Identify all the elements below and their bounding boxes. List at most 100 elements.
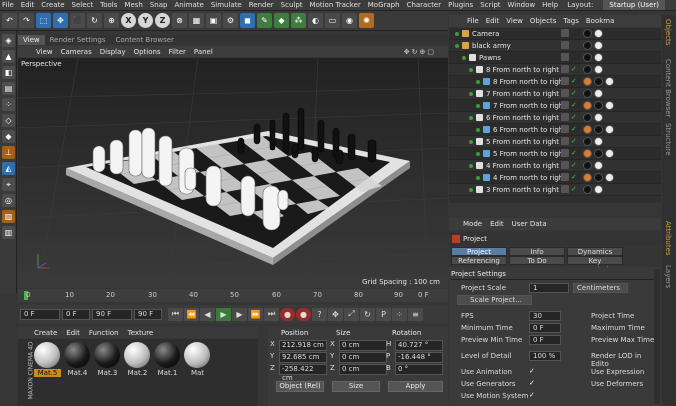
material-tag-icon[interactable] (583, 29, 592, 38)
enabled-check-icon[interactable]: ✓ (571, 101, 579, 109)
expand-icon[interactable] (469, 163, 473, 168)
enabled-check-icon[interactable]: ✓ (571, 89, 579, 97)
material-swatch[interactable]: Mat.3 (94, 342, 121, 377)
play-icon[interactable]: ▶ (216, 307, 231, 321)
min-time-field[interactable]: 0 F (529, 323, 561, 333)
solo-icon[interactable]: ◎ (2, 194, 15, 207)
position-field[interactable]: 92.685 cm (279, 352, 327, 363)
viewport-menu-display[interactable]: Display (100, 48, 126, 56)
menu-item[interactable]: Script (480, 1, 500, 9)
object-name[interactable]: 7 From north to right (493, 102, 566, 110)
enabled-check-icon[interactable]: ✓ (571, 137, 579, 145)
prev-key-icon[interactable]: ⏪ (184, 307, 199, 321)
recent-tools-icon[interactable]: ⊕ (104, 13, 119, 28)
expand-icon[interactable] (469, 91, 473, 96)
object-name[interactable]: 8 From north to right (486, 66, 559, 74)
size-field[interactable]: 0 cm (339, 364, 387, 375)
coord-mode-select[interactable]: Object (Rel) (276, 381, 324, 392)
expand-icon[interactable] (476, 79, 480, 84)
object-row[interactable]: 6 From north to right ✓ (449, 112, 661, 124)
material-menu-function[interactable]: Function (89, 329, 119, 337)
project-scale-field[interactable]: 1 (529, 283, 569, 293)
light-icon[interactable]: ✺ (359, 13, 374, 28)
object-name[interactable]: Camera (472, 30, 499, 38)
menu-item[interactable]: Snap (150, 1, 168, 9)
object-name[interactable]: 3 From north to right (486, 186, 559, 194)
tab-content-browser[interactable]: Content Browser (110, 35, 178, 45)
enabled-check-icon[interactable] (571, 41, 579, 49)
material-tag-icon[interactable] (583, 77, 592, 86)
object-name[interactable]: 5 From north to right (493, 150, 566, 158)
use-motion-check[interactable]: ✓ (529, 391, 535, 399)
axis-mode-icon[interactable]: ⊥ (2, 146, 15, 159)
material-swatch[interactable]: Mat.1 (154, 342, 181, 377)
tab-view[interactable]: View (18, 35, 45, 45)
obj-menu-objects[interactable]: Objects (530, 17, 556, 25)
object-name[interactable]: 4 From north to right (493, 174, 566, 182)
visibility-toggle-icon[interactable] (561, 89, 569, 97)
max-frame-field[interactable]: 90 F (134, 308, 162, 320)
menu-item[interactable]: Create (41, 1, 64, 9)
timeline-ruler[interactable]: 0 10 20 30 40 50 60 70 80 90 0 F (18, 289, 448, 302)
viewport-menu-cameras[interactable]: Cameras (61, 48, 92, 56)
material-menu-edit[interactable]: Edit (66, 329, 80, 337)
expand-icon[interactable] (469, 67, 473, 72)
visibility-toggle-icon[interactable] (561, 101, 569, 109)
coordinate-system-icon[interactable]: ⊗ (172, 13, 187, 28)
tab-info[interactable]: Info (509, 247, 565, 256)
visibility-toggle-icon[interactable] (561, 149, 569, 157)
menu-item[interactable]: Motion Tracker (310, 1, 361, 9)
tweak-mode-icon[interactable]: ◭ (2, 162, 15, 175)
enabled-check-icon[interactable]: ✓ (571, 77, 579, 85)
position-field[interactable]: -258.422 cm (279, 364, 327, 382)
menu-item[interactable]: Simulate (211, 1, 242, 9)
object-row[interactable]: 5 From north to right ✓ (449, 148, 661, 160)
use-generators-check[interactable]: ✓ (529, 379, 535, 387)
object-name[interactable]: Pawns (479, 54, 501, 62)
expand-icon[interactable] (462, 55, 466, 60)
obj-menu-tags[interactable]: Tags (563, 17, 579, 25)
object-row[interactable]: 4 From north to right ✓ (449, 172, 661, 184)
planar-workplane-icon[interactable]: ▥ (2, 226, 15, 239)
object-row[interactable]: Pawns (449, 52, 661, 64)
pen-icon[interactable]: ✎ (257, 13, 272, 28)
menu-item[interactable]: File (2, 1, 14, 9)
tab-dynamics[interactable]: Dynamics (567, 247, 623, 256)
material-tag-icon[interactable] (583, 89, 592, 98)
menu-item[interactable]: Window (508, 1, 536, 9)
expand-icon[interactable] (455, 31, 459, 36)
material-tag-icon[interactable] (583, 125, 592, 134)
viewport-menu-view[interactable]: View (36, 48, 53, 56)
object-name[interactable]: 7 From north to right (486, 90, 559, 98)
material-tag-icon[interactable] (594, 65, 603, 74)
material-menu-texture[interactable]: Texture (128, 329, 154, 337)
side-tab-objects[interactable]: Objects (664, 19, 672, 45)
workplane-icon[interactable]: ▤ (2, 82, 15, 95)
menu-item[interactable]: Plugins (448, 1, 473, 9)
scale-project-button[interactable]: Scale Project... (457, 295, 532, 305)
y-axis-button[interactable]: Y (138, 13, 153, 28)
material-swatch[interactable]: Mat.4 (64, 342, 91, 377)
render-settings-icon[interactable]: ⚙ (223, 13, 238, 28)
object-row[interactable]: 4 From north to right ✓ (449, 160, 661, 172)
current-frame-field[interactable]: 0 F (62, 308, 90, 320)
object-row[interactable]: 3 From north to right ✓ (449, 184, 661, 196)
material-tag-icon[interactable] (583, 65, 592, 74)
obj-menu-view[interactable]: View (506, 17, 523, 25)
visibility-toggle-icon[interactable] (561, 161, 569, 169)
redo-icon[interactable]: ↷ (19, 13, 34, 28)
object-name[interactable]: black army (472, 42, 511, 50)
viewport-menu-options[interactable]: Options (134, 48, 161, 56)
material-swatch[interactable]: Mat.5 (34, 342, 61, 377)
material-tag-icon[interactable] (594, 101, 603, 110)
object-row[interactable]: 6 From north to right ✓ (449, 124, 661, 136)
tab-key-interpolation[interactable]: Key Interpolation (567, 256, 623, 274)
object-row[interactable]: 8 From north to right ✓ (449, 76, 661, 88)
coord-size-select[interactable]: Size (332, 381, 380, 392)
enabled-check-icon[interactable] (571, 29, 579, 37)
go-to-start-icon[interactable]: ⏮ (168, 307, 183, 321)
timeline-icon[interactable]: ≡ (408, 307, 423, 321)
enabled-check-icon[interactable]: ✓ (571, 125, 579, 133)
material-tag-icon[interactable] (583, 41, 592, 50)
material-tag-icon[interactable] (605, 125, 614, 134)
